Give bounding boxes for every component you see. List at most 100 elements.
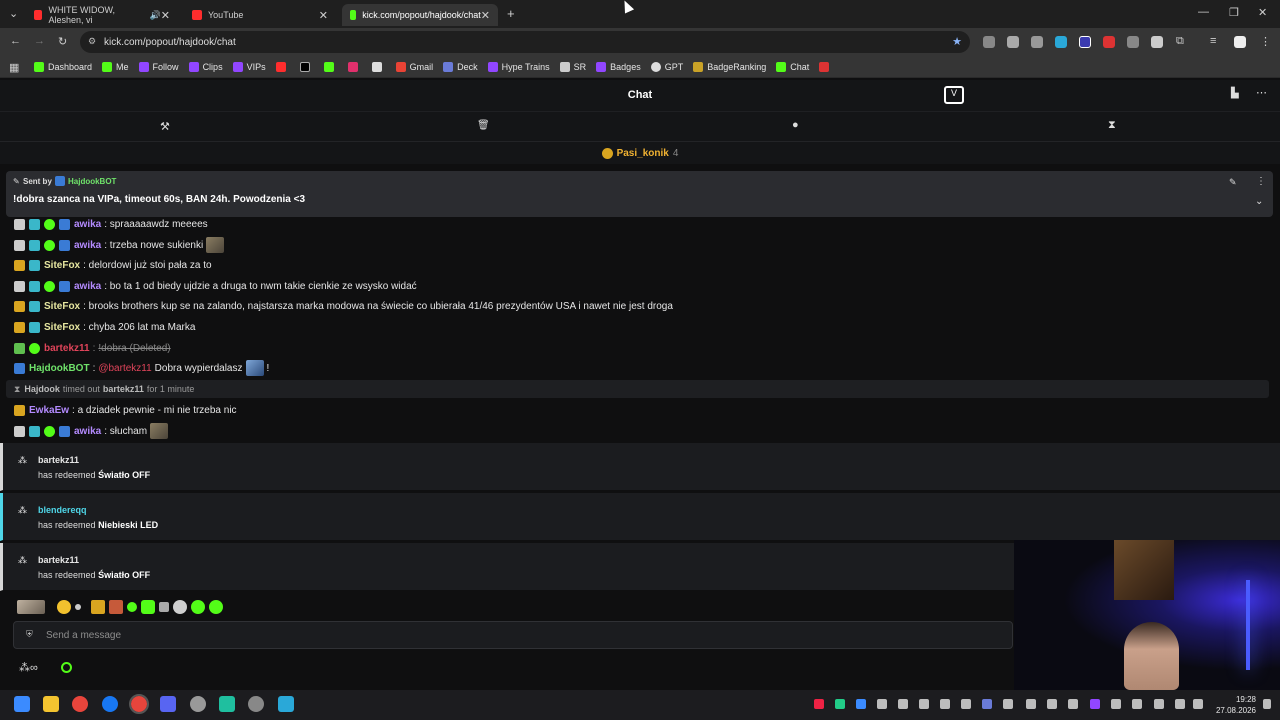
emote-button[interactable] xyxy=(17,600,45,614)
forward-icon[interactable]: → xyxy=(34,35,45,47)
emote-button[interactable] xyxy=(75,604,81,610)
app-icon[interactable] xyxy=(219,696,235,712)
mod-name[interactable]: Hajdook xyxy=(24,384,60,394)
more-options-icon[interactable]: ⋯ xyxy=(1256,86,1267,99)
bookmark-star-icon[interactable]: ★ xyxy=(952,35,962,48)
chrome-active-icon[interactable] xyxy=(129,694,149,714)
browser-menu-icon[interactable]: ⋮ xyxy=(1260,35,1271,48)
start-icon[interactable] xyxy=(14,696,30,712)
audio-icon[interactable]: 🔊 xyxy=(150,10,161,21)
tray-icon[interactable] xyxy=(856,699,866,709)
trash-icon[interactable]: 🗑 xyxy=(477,120,490,131)
emote-button[interactable] xyxy=(173,600,187,614)
volume-icon[interactable] xyxy=(1193,699,1203,709)
close-window-icon[interactable]: ✕ xyxy=(1258,6,1267,19)
discord-icon[interactable] xyxy=(160,696,176,712)
profile-icon[interactable] xyxy=(1234,36,1246,48)
facebook-icon[interactable] xyxy=(102,696,118,712)
tray-icon[interactable] xyxy=(1154,699,1164,709)
bookmark-sr[interactable]: SR xyxy=(559,61,586,72)
tab-white-widow[interactable]: WHITE WIDOW, Aleshen, vi 🔊 ✕ xyxy=(26,4,178,26)
emote-button[interactable] xyxy=(91,600,105,614)
bookmark-vips[interactable]: VIPs xyxy=(232,61,266,72)
media-icon[interactable]: ≡ xyxy=(1210,35,1216,47)
chat-username[interactable]: SiteFox xyxy=(44,301,80,312)
unpin-icon[interactable]: ✎ xyxy=(1229,177,1237,188)
pinned-sender[interactable]: HajdookBOT xyxy=(68,177,116,186)
reload-icon[interactable]: ↻ xyxy=(58,35,67,48)
extension-icon[interactable] xyxy=(1031,36,1043,48)
obs-icon[interactable] xyxy=(248,696,264,712)
clock[interactable]: 19:28 27.08.2026 xyxy=(1206,694,1256,716)
tray-icon[interactable] xyxy=(1068,699,1078,709)
tray-icon[interactable] xyxy=(1111,699,1121,709)
tab-kick-chat[interactable]: kick.com/popout/hajdook/chat ✕ xyxy=(342,4,498,26)
tray-icon[interactable] xyxy=(961,699,971,709)
wifi-icon[interactable] xyxy=(1175,699,1185,709)
mention[interactable]: @bartekz11 xyxy=(98,363,151,374)
bookmark-extra[interactable] xyxy=(819,61,833,72)
users-icon[interactable]: ▙ xyxy=(1231,88,1239,99)
extension-icon[interactable] xyxy=(1103,36,1115,48)
emote-button[interactable] xyxy=(159,602,169,612)
tray-icon[interactable] xyxy=(940,699,950,709)
address-bar[interactable]: ⚙ kick.com/popout/hajdook/chat ★ xyxy=(80,31,970,53)
extension-icon[interactable] xyxy=(983,36,995,48)
extensions-puzzle-icon[interactable]: ⧉ xyxy=(1176,35,1184,48)
tray-icon[interactable] xyxy=(1003,699,1013,709)
chrome-icon[interactable] xyxy=(72,696,88,712)
bookmark-badges[interactable]: Badges xyxy=(596,61,641,72)
bookmark-follow[interactable]: Follow xyxy=(138,61,179,72)
bookmark-gmail[interactable]: Gmail xyxy=(395,61,433,72)
bookmark-gpt[interactable]: GPT xyxy=(650,61,683,72)
tray-icon[interactable] xyxy=(1026,699,1036,709)
close-icon[interactable]: ✕ xyxy=(319,9,328,22)
top-user-name[interactable]: Pasi_konik xyxy=(617,148,669,159)
chat-username[interactable]: EwkaEw xyxy=(29,405,69,416)
emote-button[interactable] xyxy=(191,600,205,614)
bookmark-youtube[interactable] xyxy=(275,61,290,72)
steam-icon[interactable] xyxy=(919,699,929,709)
bookmark-deck[interactable]: Deck xyxy=(443,61,478,72)
restore-icon[interactable]: ❐ xyxy=(1229,6,1239,19)
app-icon[interactable] xyxy=(190,696,206,712)
ban-hammer-icon[interactable]: ⚒ xyxy=(160,120,170,133)
settings-icon[interactable] xyxy=(61,662,72,673)
close-icon[interactable]: ✕ xyxy=(161,9,170,22)
chat-username[interactable]: awika xyxy=(74,240,101,251)
emote-button[interactable] xyxy=(57,600,71,614)
notifications-icon[interactable] xyxy=(1263,699,1271,709)
points-icon[interactable]: ⁂∞ xyxy=(19,661,38,674)
bookmark-clips[interactable]: Clips xyxy=(188,61,223,72)
chat-username[interactable]: awika xyxy=(74,281,101,292)
mod-view-icon[interactable]: V xyxy=(944,86,964,104)
extension-icon[interactable] xyxy=(1007,36,1019,48)
tray-icon[interactable] xyxy=(1047,699,1057,709)
site-info-icon[interactable]: ⚙ xyxy=(88,36,96,47)
emote-button[interactable] xyxy=(209,600,223,614)
tray-icon[interactable] xyxy=(898,699,908,709)
extension-icon[interactable] xyxy=(1127,36,1139,48)
bookmark-x[interactable] xyxy=(299,61,314,72)
bookmark-kick[interactable] xyxy=(323,61,338,72)
bookmark-chat[interactable]: Chat xyxy=(776,61,809,72)
close-icon[interactable]: ✕ xyxy=(481,9,490,22)
tray-icon[interactable] xyxy=(877,699,887,709)
timed-out-user[interactable]: bartekz11 xyxy=(103,384,144,394)
chat-username[interactable]: SiteFox xyxy=(44,260,80,271)
extension-icon[interactable] xyxy=(1151,36,1163,48)
tray-icon[interactable] xyxy=(1090,699,1100,709)
bookmark-me[interactable]: Me xyxy=(102,61,129,72)
tab-youtube[interactable]: YouTube ✕ xyxy=(184,4,336,26)
tray-icon[interactable] xyxy=(814,699,824,709)
apps-grid-icon[interactable]: ▦ xyxy=(9,61,19,74)
chevron-down-icon[interactable]: ⌄ xyxy=(1255,196,1263,207)
chat-username[interactable]: bartekz11 xyxy=(44,343,90,354)
message-input[interactable]: ⛨ Send a message xyxy=(13,621,1013,649)
file-explorer-icon[interactable] xyxy=(43,696,59,712)
bookmark-dashboard[interactable]: Dashboard xyxy=(34,61,92,72)
bookmark-instagram[interactable] xyxy=(347,61,362,72)
bookmark-badgeranking[interactable]: BadgeRanking xyxy=(693,61,766,72)
app-icon[interactable] xyxy=(278,696,294,712)
chat-bubble-icon[interactable]: ● xyxy=(792,119,799,131)
